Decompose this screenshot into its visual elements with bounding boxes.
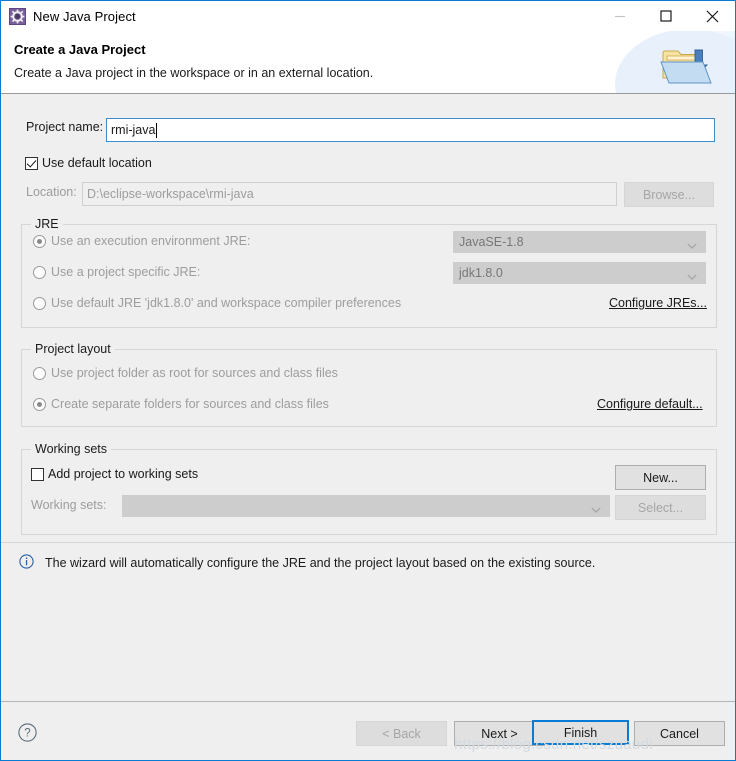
project-name-input[interactable]: rmi-java [106, 118, 715, 142]
chevron-down-icon [687, 270, 697, 284]
radio-button [33, 366, 46, 380]
minimize-button[interactable] [597, 1, 643, 31]
jre-option-default[interactable]: Use default JRE 'jdk1.8.0' and workspace… [33, 296, 401, 310]
page-title: Create a Java Project [14, 42, 146, 57]
dialog-footer: ? < Back Next > Finish Cancel [1, 701, 735, 760]
minimize-icon [615, 15, 625, 18]
select-working-set-button[interactable]: Select... [615, 495, 706, 520]
dialog-body: Project name: rmi-java Use default locat… [1, 94, 735, 701]
status-message: The wizard will automatically configure … [45, 556, 596, 570]
location-row: Location: [26, 185, 77, 199]
working-sets-group: Working sets [21, 442, 717, 535]
working-sets-group-title: Working sets [31, 442, 112, 456]
title-bar: New Java Project [1, 1, 735, 31]
jre-group-title: JRE [31, 217, 63, 231]
close-icon [706, 10, 718, 22]
close-button[interactable] [689, 1, 735, 31]
browse-button[interactable]: Browse... [624, 182, 714, 207]
window-title: New Java Project [33, 8, 136, 24]
execution-environment-combo[interactable]: JavaSE-1.8 [453, 231, 706, 253]
jre-option-project-specific[interactable]: Use a project specific JRE: [33, 265, 200, 279]
cancel-button[interactable]: Cancel [634, 721, 725, 746]
working-sets-row: Working sets: [31, 498, 107, 512]
checkbox-box [25, 156, 38, 170]
radio-button [33, 234, 46, 248]
svg-text:?: ? [24, 728, 30, 740]
jre-project-specific-label: Use a project specific JRE: [51, 265, 201, 279]
project-name-value: rmi-java [111, 123, 156, 137]
radio-button [33, 296, 46, 310]
new-java-project-dialog: New Java Project Create a Java Project C… [0, 0, 736, 761]
chevron-down-icon [687, 239, 697, 253]
maximize-button[interactable] [643, 1, 689, 31]
working-sets-label: Working sets: [31, 498, 107, 512]
configure-jres-link[interactable]: Configure JREs... [609, 296, 707, 310]
jre-exec-env-label: Use an execution environment JRE: [51, 234, 251, 248]
use-default-location-label: Use default location [42, 156, 152, 170]
location-value: D:\eclipse-workspace\rmi-java [87, 187, 254, 201]
chevron-down-icon [591, 503, 601, 517]
project-name-row: Project name: [26, 120, 103, 134]
layout-separate-label: Create separate folders for sources and … [51, 397, 329, 411]
project-name-label: Project name: [26, 120, 104, 134]
project-jre-combo[interactable]: jdk1.8.0 [453, 262, 706, 284]
layout-option-separate-folders[interactable]: Create separate folders for sources and … [33, 397, 329, 411]
add-working-sets-label: Add project to working sets [48, 467, 199, 481]
new-java-project-folder-icon [659, 45, 717, 87]
new-working-set-button[interactable]: New... [615, 465, 706, 490]
project-jre-value: jdk1.8.0 [459, 266, 503, 280]
location-input[interactable]: D:\eclipse-workspace\rmi-java [82, 182, 617, 206]
use-default-location-checkbox[interactable]: Use default location [25, 156, 152, 170]
location-label: Location: [26, 185, 77, 199]
radio-button [33, 265, 46, 279]
project-layout-group: Project layout [21, 342, 717, 427]
jre-default-label: Use default JRE 'jdk1.8.0' and workspace… [51, 296, 402, 310]
window-controls [597, 1, 735, 31]
status-message-row: The wizard will automatically configure … [19, 554, 595, 572]
checkbox-box [31, 467, 44, 481]
jre-option-execution-environment[interactable]: Use an execution environment JRE: [33, 234, 250, 248]
maximize-icon [660, 10, 672, 22]
info-icon [19, 554, 34, 572]
layout-option-project-folder-root[interactable]: Use project folder as root for sources a… [33, 366, 338, 380]
add-project-to-working-sets-checkbox[interactable]: Add project to working sets [31, 467, 198, 481]
radio-button [33, 397, 46, 411]
text-caret [156, 122, 158, 138]
eclipse-wizard-icon [9, 7, 26, 25]
help-question-icon[interactable]: ? [18, 723, 37, 742]
page-subtitle: Create a Java project in the workspace o… [14, 66, 374, 80]
status-area: The wizard will automatically configure … [1, 542, 735, 570]
execution-environment-value: JavaSE-1.8 [459, 235, 524, 249]
layout-root-label: Use project folder as root for sources a… [51, 366, 338, 380]
wizard-header: Create a Java Project Create a Java proj… [1, 31, 735, 94]
working-sets-combo[interactable] [122, 495, 610, 517]
back-button[interactable]: < Back [356, 721, 447, 746]
finish-button[interactable]: Finish [532, 720, 629, 745]
configure-default-link[interactable]: Configure default... [597, 397, 703, 411]
project-layout-group-title: Project layout [31, 342, 115, 356]
